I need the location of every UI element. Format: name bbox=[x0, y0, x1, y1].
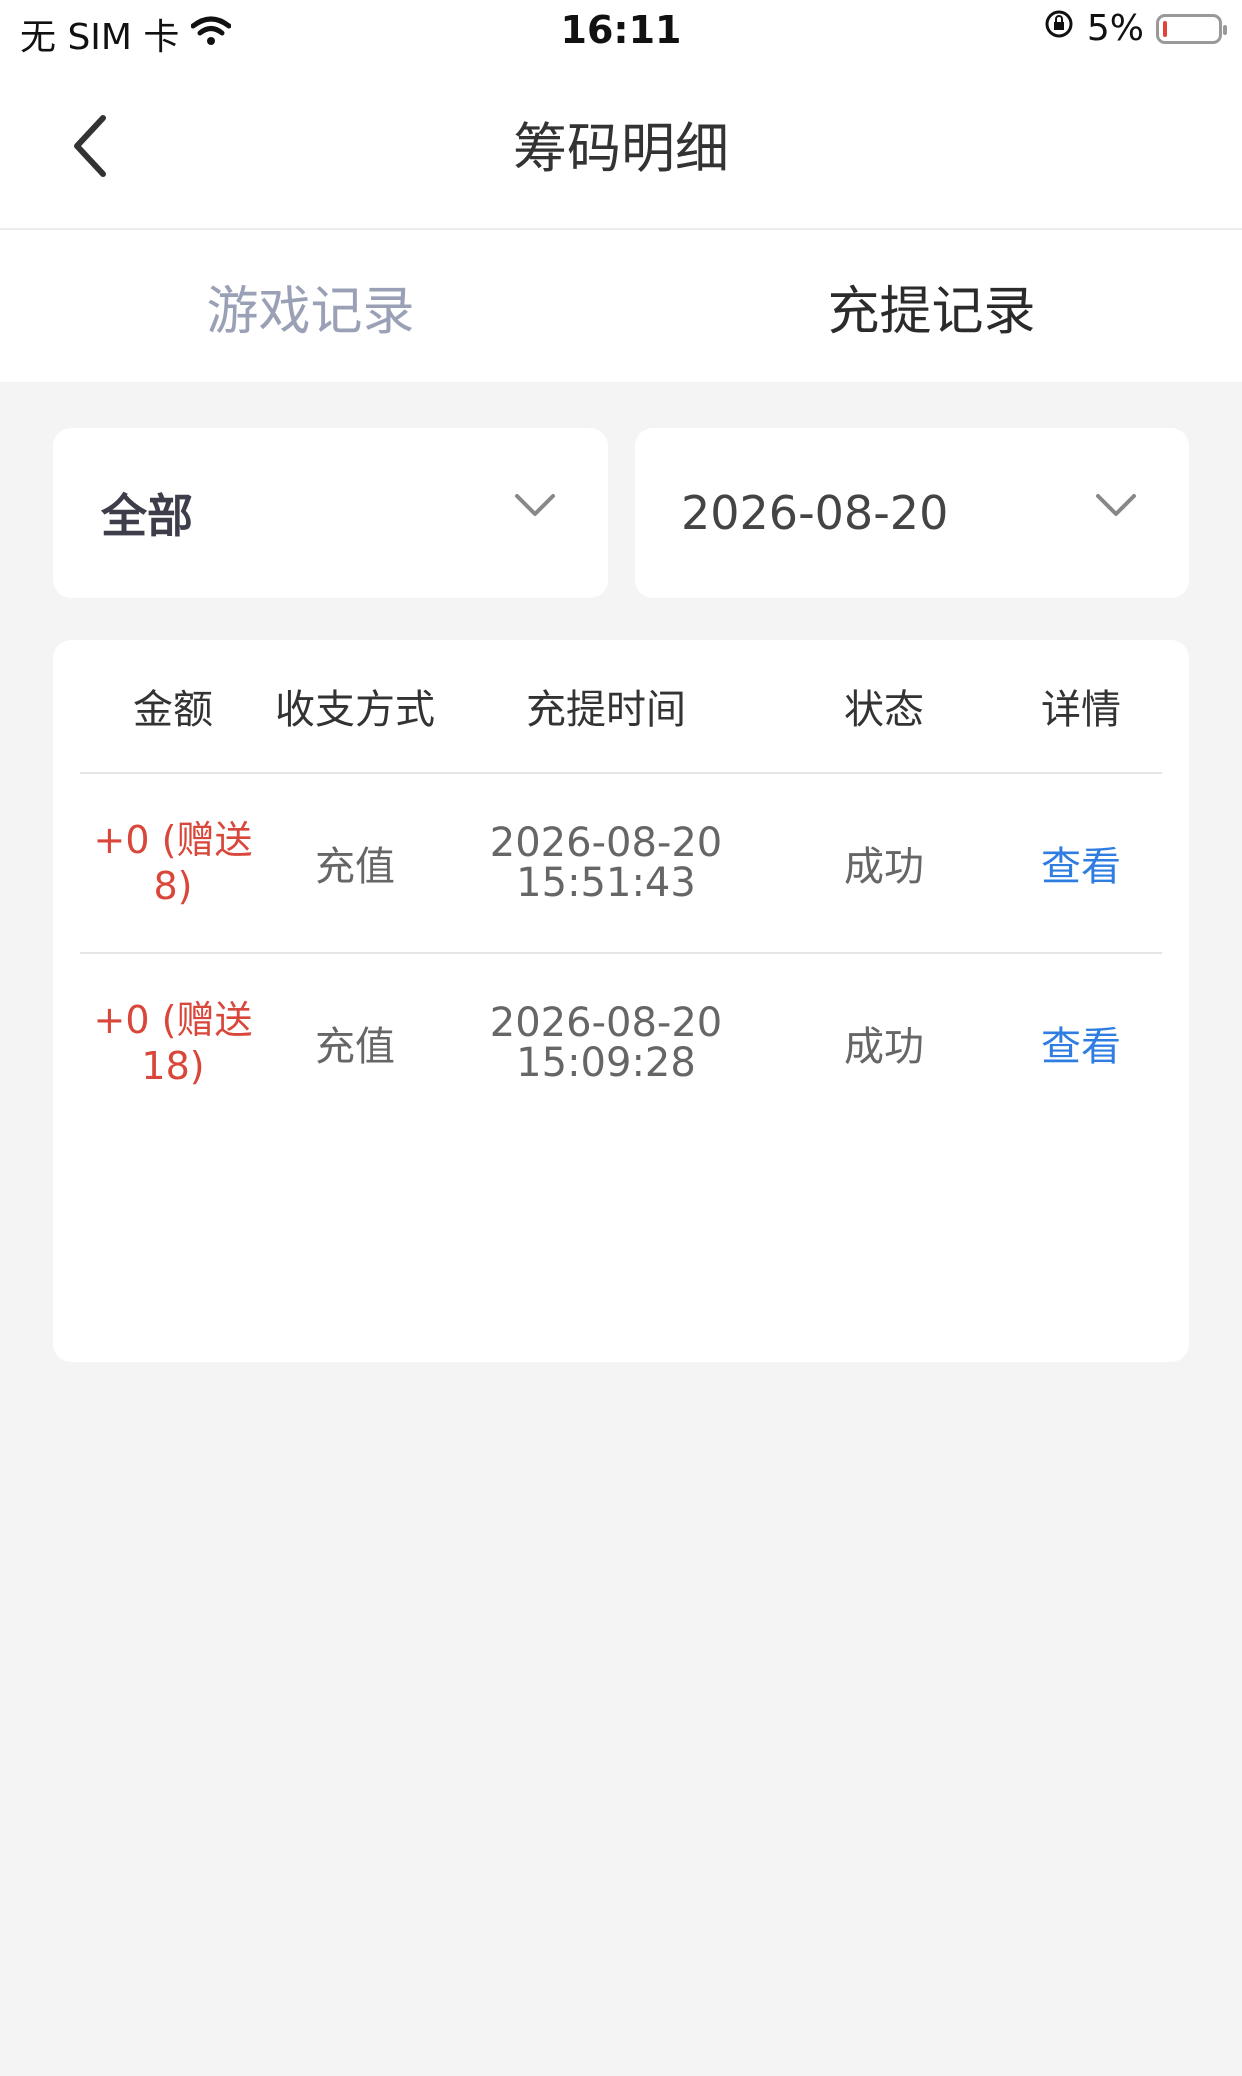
view-detail-link[interactable]: 查看 bbox=[1000, 774, 1162, 952]
battery-percent: 5% bbox=[1086, 8, 1144, 49]
amount-line1: +0 (赠送 bbox=[93, 818, 253, 862]
records-table: 金额 收支方式 充提时间 状态 详情 +0 (赠送 8) 充值 2026-08-… bbox=[53, 640, 1189, 1362]
method-cell: 充值 bbox=[315, 844, 395, 890]
record-date: 2026-08-20 bbox=[489, 820, 723, 866]
time-cell: 2026-08-20 15:09:28 bbox=[444, 954, 768, 1132]
status-bar: 无 SIM 卡 16:11 5% bbox=[0, 0, 1242, 64]
time-cell: 2026-08-20 15:51:43 bbox=[444, 774, 768, 952]
status-right: 5% bbox=[1043, 8, 1227, 49]
battery-icon bbox=[1156, 13, 1227, 44]
status-cell: 成功 bbox=[844, 844, 924, 890]
page-title: 筹码明细 bbox=[513, 117, 729, 180]
record-time: 15:09:28 bbox=[516, 1040, 696, 1086]
status-cell: 成功 bbox=[844, 1024, 924, 1070]
record-time: 15:51:43 bbox=[516, 860, 696, 906]
header-detail: 详情 bbox=[1041, 687, 1121, 733]
amount-line1: +0 (赠送 bbox=[93, 998, 253, 1042]
header-method: 收支方式 bbox=[275, 687, 435, 733]
record-date: 2026-08-20 bbox=[489, 1000, 723, 1046]
view-detail-link[interactable]: 查看 bbox=[1000, 954, 1162, 1132]
table-row: +0 (赠送 18) 充值 2026-08-20 15:09:28 成功 查看 bbox=[80, 954, 1162, 1132]
chevron-down-icon bbox=[1096, 494, 1136, 516]
header-status: 状态 bbox=[844, 687, 924, 733]
method-cell: 充值 bbox=[315, 1024, 395, 1070]
amount-cell: +0 (赠送 18) bbox=[80, 954, 266, 1132]
amount-line2: 8) bbox=[153, 864, 193, 908]
header-time: 充提时间 bbox=[526, 687, 686, 733]
tab-game-records[interactable]: 游戏记录 bbox=[0, 230, 621, 382]
table-row: +0 (赠送 8) 充值 2026-08-20 15:51:43 成功 查看 bbox=[80, 774, 1162, 954]
nav-bar: 筹码明细 bbox=[0, 64, 1242, 230]
chevron-down-icon bbox=[515, 494, 555, 516]
table-header: 金额 收支方式 充提时间 状态 详情 bbox=[80, 640, 1162, 774]
tab-bar: 游戏记录 充提记录 bbox=[0, 230, 1242, 382]
amount-cell: +0 (赠送 8) bbox=[80, 774, 266, 952]
orientation-lock-icon bbox=[1043, 8, 1075, 49]
header-amount: 金额 bbox=[133, 687, 213, 733]
amount-line2: 18) bbox=[141, 1044, 205, 1088]
tab-deposit-withdraw-records[interactable]: 充提记录 bbox=[621, 230, 1242, 382]
type-filter-select[interactable]: 全部 bbox=[53, 428, 608, 598]
date-filter-select[interactable]: 2026-08-20 bbox=[635, 428, 1189, 598]
